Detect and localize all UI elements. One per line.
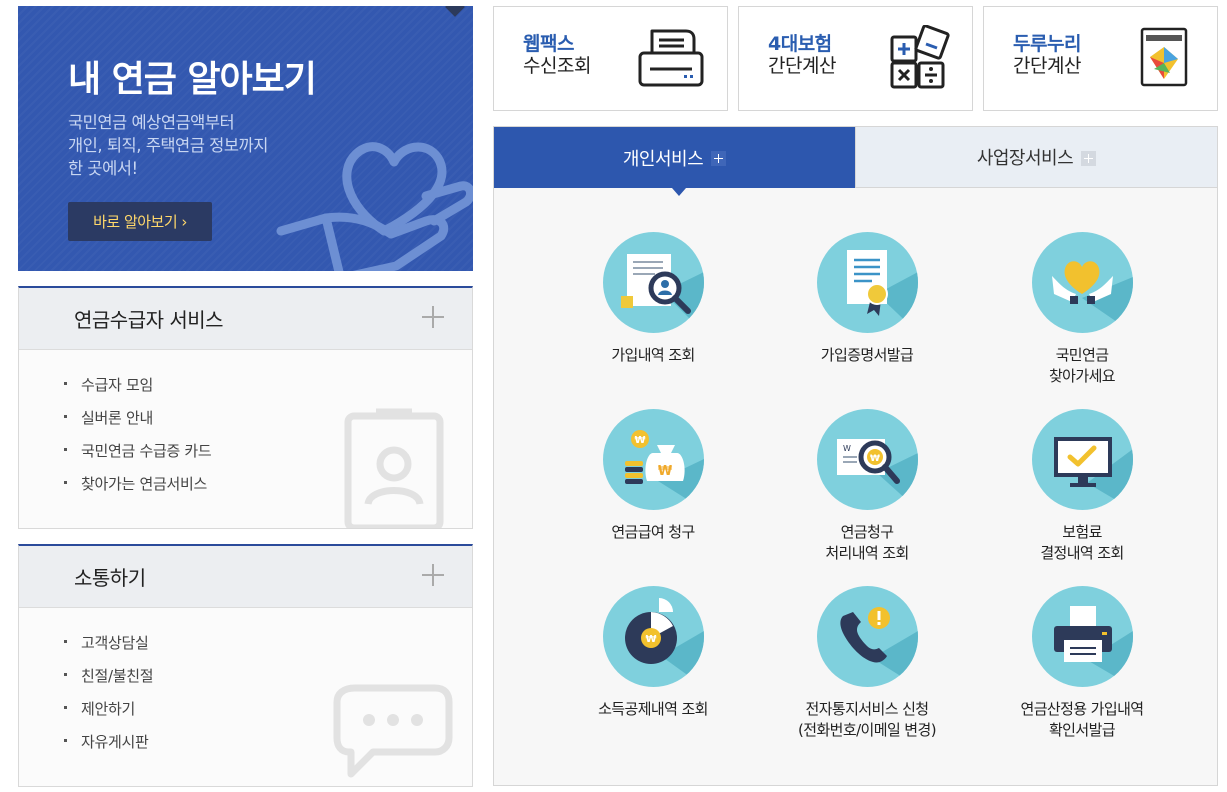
communication-panel: 소통하기 고객상담실 친절/불친절 제안하기 자유게시판 bbox=[18, 544, 473, 787]
plus-icon[interactable] bbox=[422, 306, 444, 328]
durunuri-card[interactable]: 두루누리 간단계산 bbox=[983, 6, 1218, 111]
tab-personal-services[interactable]: 개인서비스 bbox=[494, 127, 855, 188]
social-insurance-card[interactable]: 4대보험 간단계산 bbox=[738, 6, 973, 111]
card-subtitle: 수신조회 bbox=[523, 55, 591, 77]
plus-icon[interactable] bbox=[422, 564, 444, 586]
active-tab-pointer bbox=[672, 188, 686, 196]
svg-text:₩: ₩ bbox=[870, 454, 880, 464]
label-line: 보험료 bbox=[1062, 523, 1102, 541]
circle-icon-bg bbox=[602, 232, 704, 333]
label-line: 연금산정용 가입내역 bbox=[1020, 700, 1145, 718]
circle-icon-bg bbox=[816, 586, 918, 687]
service-label: 국민연금 찾아가세요 bbox=[982, 345, 1182, 387]
label-line: 연금청구 bbox=[840, 523, 894, 541]
label-line: 찾아가세요 bbox=[1048, 367, 1116, 385]
panel-header: 소통하기 bbox=[19, 546, 472, 608]
service-label: 가입증명서발급 bbox=[767, 345, 967, 366]
service-item-certificate[interactable]: 가입증명서발급 bbox=[767, 232, 967, 366]
monitor-check-icon bbox=[1053, 437, 1133, 510]
magnifier-coin-icon: W ₩ bbox=[836, 439, 918, 510]
phone-alert-icon bbox=[839, 607, 918, 687]
label-line: 확인서발급 bbox=[1048, 721, 1116, 739]
label-line: 연금급여 청구 bbox=[611, 523, 695, 541]
service-item-claim-status[interactable]: W ₩ 연금청구 처리내역 조회 bbox=[767, 409, 967, 564]
tab-business-services[interactable]: 사업장서비스 bbox=[855, 127, 1217, 188]
service-item-benefit-claim[interactable]: ₩ ₩ 연금급여 청구 bbox=[553, 409, 753, 543]
svg-text:₩: ₩ bbox=[657, 464, 672, 479]
service-label: 소득공제내역 조회 bbox=[553, 699, 753, 720]
label-line: 소득공제내역 조회 bbox=[598, 700, 708, 718]
id-card-icon bbox=[344, 408, 444, 528]
service-item-find-pension[interactable]: 국민연금 찾아가세요 bbox=[982, 232, 1182, 387]
circle-icon-bg bbox=[1031, 586, 1133, 687]
circle-icon-bg: ₩ bbox=[602, 586, 704, 687]
search-document-icon bbox=[620, 254, 704, 333]
hero-banner: 내 연금 알아보기 국민연금 예상연금액부터 개인, 퇴직, 주택연금 정보까지… bbox=[18, 6, 473, 271]
service-label: 가입내역 조회 bbox=[553, 345, 753, 366]
hero-description: 국민연금 예상연금액부터 개인, 퇴직, 주택연금 정보까지 한 곳에서! bbox=[68, 111, 268, 180]
service-item-membership-certificate[interactable]: 연금산정용 가입내역 확인서발급 bbox=[982, 586, 1182, 741]
label-line: 가입증명서발급 bbox=[820, 346, 914, 364]
heart-hands-icon bbox=[1051, 261, 1133, 333]
service-label: 연금산정용 가입내역 확인서발급 bbox=[982, 699, 1182, 741]
service-item-tax-deduction[interactable]: ₩ 소득공제내역 조회 bbox=[553, 586, 753, 720]
hero-go-button[interactable]: 바로 알아보기 › bbox=[68, 202, 212, 241]
card-subtitle: 간단계산 bbox=[1013, 55, 1081, 77]
webfax-card[interactable]: 웹팩스 수신조회 bbox=[493, 6, 728, 111]
service-label: 전자통지서비스 신청 (전화번호/이메일 변경) bbox=[767, 699, 967, 741]
label-line: 결정내역 조회 bbox=[1040, 544, 1124, 562]
tab-label: 개인서비스 bbox=[622, 148, 704, 170]
circle-icon-bg bbox=[1031, 232, 1133, 333]
plus-icon bbox=[1081, 150, 1097, 166]
service-item-e-notice[interactable]: 전자통지서비스 신청 (전화번호/이메일 변경) bbox=[767, 586, 967, 741]
panel-header: 연금수급자 서비스 bbox=[19, 288, 472, 350]
svg-text:W: W bbox=[843, 444, 851, 453]
service-box: 개인서비스 사업장서비스 가입내역 조회 가입증명서발급 국민연금 찾아가세요 … bbox=[493, 126, 1218, 786]
panel-title: 소통하기 bbox=[74, 566, 146, 590]
panel-link[interactable]: 수급자 모임 bbox=[64, 374, 472, 407]
svg-text:₩: ₩ bbox=[645, 634, 656, 645]
hero-title: 내 연금 알아보기 bbox=[68, 59, 317, 100]
panel-title: 연금수급자 서비스 bbox=[74, 308, 224, 332]
circle-icon-bg bbox=[1031, 409, 1133, 510]
label-line: (전화번호/이메일 변경) bbox=[798, 721, 937, 739]
service-tabs: 개인서비스 사업장서비스 bbox=[494, 127, 1217, 188]
printer-icon bbox=[1053, 606, 1133, 687]
label-line: 국민연금 bbox=[1055, 346, 1109, 364]
service-label: 연금청구 처리내역 조회 bbox=[767, 522, 967, 564]
circle-icon-bg: W ₩ bbox=[816, 409, 918, 510]
durunuri-icon bbox=[1140, 27, 1188, 87]
svg-text:₩: ₩ bbox=[634, 435, 645, 446]
label-line: 가입내역 조회 bbox=[611, 346, 695, 364]
pensioner-services-panel: 연금수급자 서비스 수급자 모임 실버론 안내 국민연금 수급증 카드 찾아가는… bbox=[18, 286, 473, 529]
hero-desc-line: 개인, 퇴직, 주택연금 정보까지 bbox=[68, 136, 268, 155]
plus-icon bbox=[711, 151, 727, 166]
speech-bubble-icon bbox=[333, 684, 453, 778]
panel-link[interactable]: 고객상담실 bbox=[64, 632, 472, 665]
tab-label: 사업장서비스 bbox=[976, 148, 1074, 169]
card-subtitle: 간단계산 bbox=[768, 55, 836, 77]
heart-hand-icon bbox=[276, 142, 473, 271]
calculator-icon bbox=[890, 25, 950, 89]
service-item-membership-history[interactable]: 가입내역 조회 bbox=[553, 232, 753, 366]
hero-desc-line: 한 곳에서! bbox=[68, 159, 138, 178]
service-item-premium-decision[interactable]: 보험료 결정내역 조회 bbox=[982, 409, 1182, 564]
circle-icon-bg bbox=[816, 232, 918, 333]
label-line: 전자통지서비스 신청 bbox=[805, 700, 930, 718]
certificate-icon bbox=[846, 250, 918, 333]
pie-chart-icon: ₩ bbox=[624, 598, 704, 687]
money-bag-icon: ₩ ₩ bbox=[624, 430, 704, 510]
fax-icon bbox=[638, 29, 704, 87]
service-label: 보험료 결정내역 조회 bbox=[982, 522, 1182, 564]
hero-desc-line: 국민연금 예상연금액부터 bbox=[68, 113, 235, 132]
service-label: 연금급여 청구 bbox=[553, 522, 753, 543]
circle-icon-bg: ₩ ₩ bbox=[602, 409, 704, 510]
label-line: 처리내역 조회 bbox=[825, 544, 909, 562]
